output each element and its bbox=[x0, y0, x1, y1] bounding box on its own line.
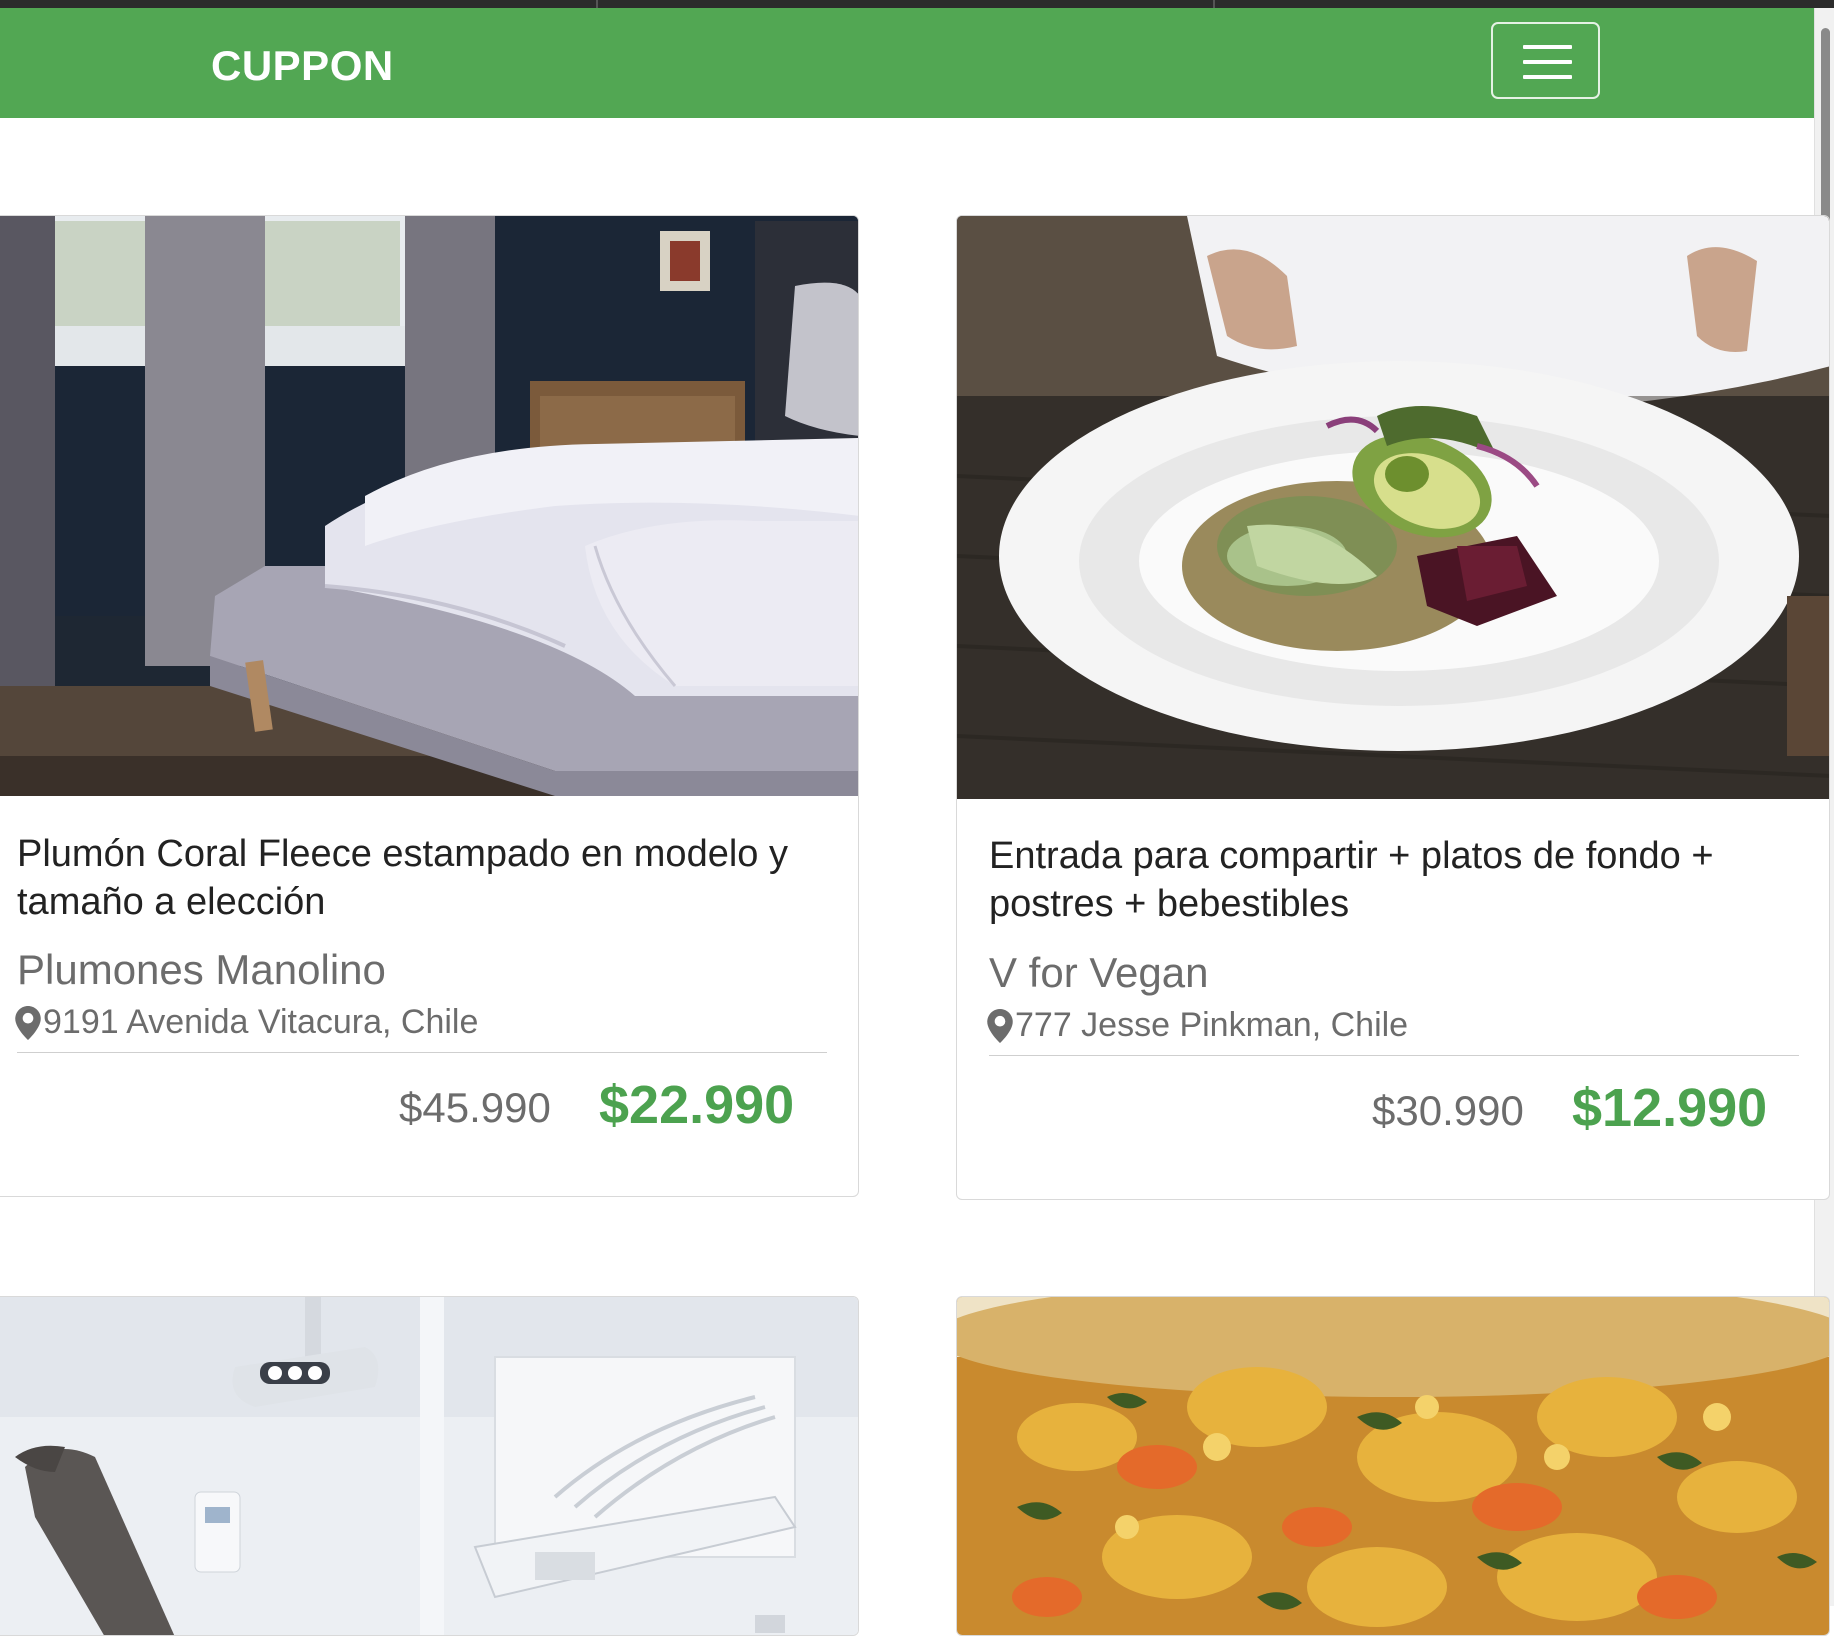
card-divider bbox=[17, 1052, 827, 1053]
old-price: $45.990 bbox=[399, 1084, 551, 1131]
deal-title[interactable]: Entrada para compartir + platos de fondo… bbox=[989, 832, 1809, 928]
map-marker-icon bbox=[15, 1005, 41, 1040]
browser-top-strip bbox=[0, 0, 1834, 8]
new-price: $12.990 bbox=[1572, 1078, 1768, 1138]
deal-card[interactable] bbox=[0, 1296, 859, 1636]
new-price: $22.990 bbox=[599, 1075, 795, 1135]
deal-card[interactable]: Plumón Coral Fleece estampado en modelo … bbox=[0, 215, 859, 1197]
deal-card[interactable]: Entrada para compartir + platos de fondo… bbox=[956, 215, 1830, 1200]
menu-bar bbox=[1523, 75, 1572, 79]
navbar: CUPPON bbox=[0, 8, 1814, 118]
deal-location-text: 9191 Avenida Vitacura, Chile bbox=[43, 1003, 479, 1041]
menu-bar bbox=[1523, 45, 1572, 49]
deal-card[interactable] bbox=[956, 1296, 1830, 1636]
deal-location: 9191 Avenida Vitacura, Chile bbox=[15, 1003, 478, 1042]
food-dish-photo[interactable] bbox=[957, 1297, 1829, 1635]
deal-title[interactable]: Plumón Coral Fleece estampado en modelo … bbox=[17, 830, 837, 926]
deal-vendor: Plumones Manolino bbox=[17, 946, 386, 993]
old-price: $30.990 bbox=[1372, 1087, 1524, 1134]
deal-location: 777 Jesse Pinkman, Chile bbox=[987, 1006, 1408, 1045]
strip-divider bbox=[596, 0, 598, 8]
deal-vendor: V for Vegan bbox=[989, 949, 1209, 996]
bedroom-bed-photo[interactable] bbox=[0, 216, 858, 796]
map-marker-icon bbox=[987, 1008, 1013, 1043]
dental-chair-photo[interactable] bbox=[0, 1297, 858, 1635]
deal-location-text: 777 Jesse Pinkman, Chile bbox=[1015, 1006, 1409, 1044]
vegan-plate-photo[interactable] bbox=[957, 216, 1829, 799]
brand-logo[interactable]: CUPPON bbox=[211, 42, 394, 90]
strip-divider bbox=[1213, 0, 1215, 8]
card-divider bbox=[989, 1055, 1799, 1056]
hamburger-menu-icon[interactable] bbox=[1491, 22, 1600, 99]
menu-bar bbox=[1523, 60, 1572, 64]
